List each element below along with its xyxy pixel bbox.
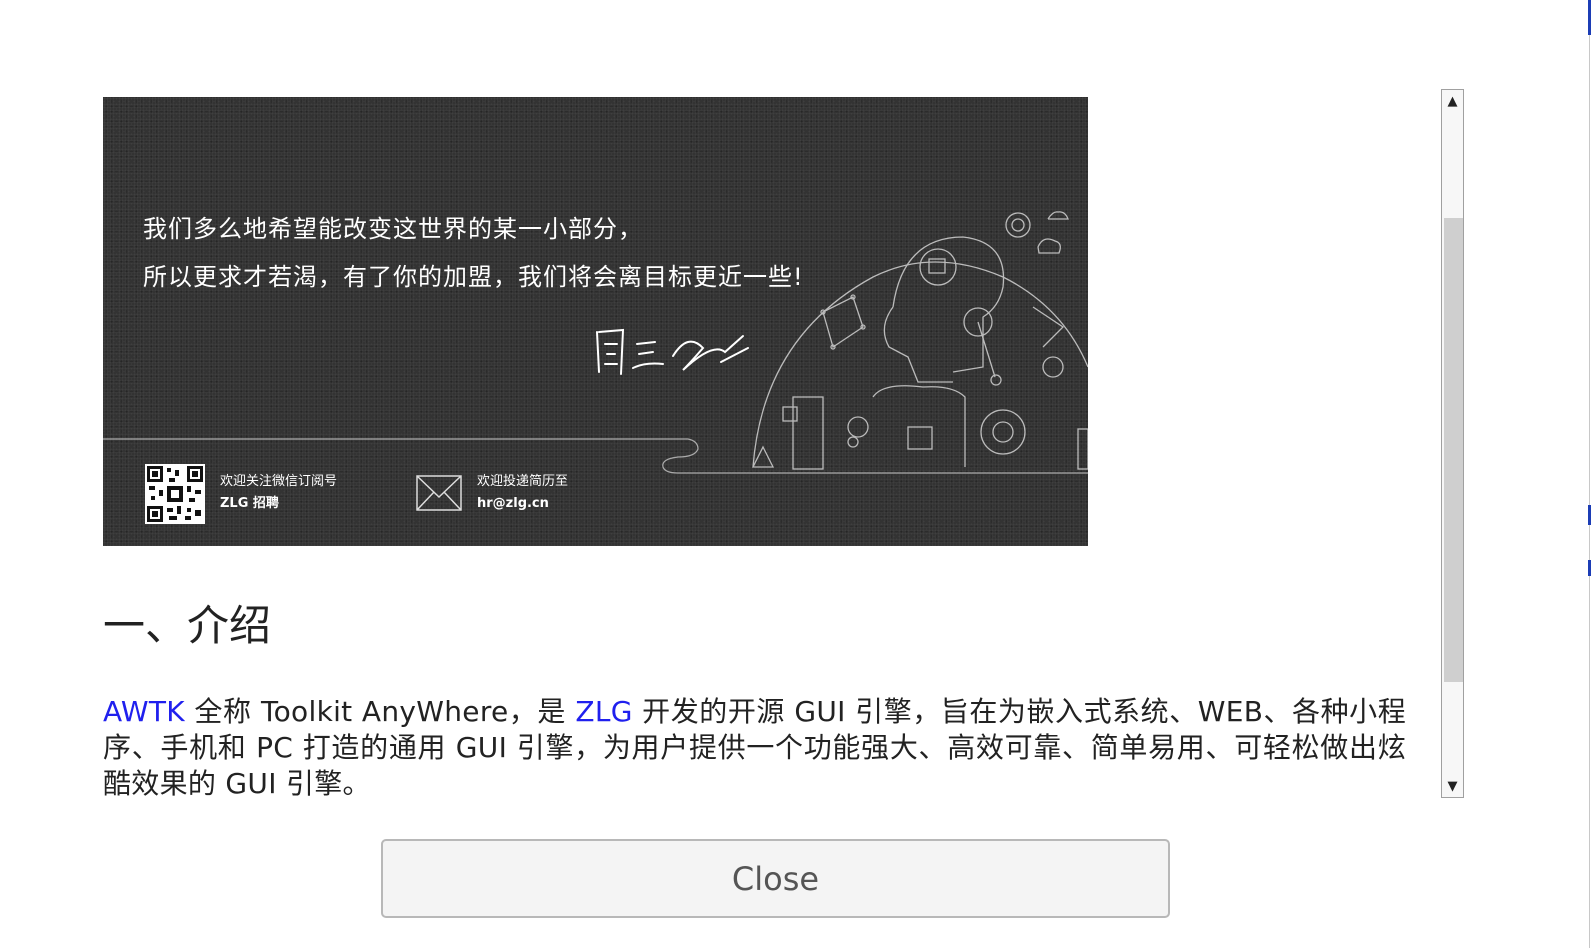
email-caption: 欢迎投递简历至 hr@zlg.cn xyxy=(477,471,568,515)
background-window-mark xyxy=(1588,0,1591,35)
background-window-edge xyxy=(1589,0,1590,948)
background-window-mark xyxy=(1588,505,1591,525)
intro-text-1: 全称 Toolkit AnyWhere，是 xyxy=(184,695,576,728)
zlg-link[interactable]: ZLG xyxy=(575,695,632,728)
close-button[interactable]: Close xyxy=(381,839,1170,918)
awtk-link[interactable]: AWTK xyxy=(103,695,185,728)
scroll-up-arrow-icon[interactable]: ▲ xyxy=(1442,90,1463,112)
recruitment-banner-image: 我们多么地希望能改变这世界的某一小部分， 所以更求才若渴，有了你的加盟，我们将会… xyxy=(103,97,1088,546)
banner-line-1: 我们多么地希望能改变这世界的某一小部分， xyxy=(143,215,643,243)
wechat-qr-code-icon xyxy=(145,464,205,524)
content-scroll-view[interactable]: 我们多么地希望能改变这世界的某一小部分， 所以更求才若渴，有了你的加盟，我们将会… xyxy=(103,92,1465,808)
vertical-scrollbar[interactable]: ▲ ▼ xyxy=(1441,89,1464,798)
email-address: hr@zlg.cn xyxy=(477,496,549,511)
wechat-account: ZLG 招聘 xyxy=(220,496,279,511)
scroll-down-arrow-icon[interactable]: ▼ xyxy=(1442,775,1463,797)
mail-icon xyxy=(416,475,462,511)
wechat-label: 欢迎关注微信订阅号 xyxy=(220,474,338,489)
section-heading: 一、介绍 xyxy=(103,601,272,650)
dialog: 我们多么地希望能改变这世界的某一小部分， 所以更求才若渴，有了你的加盟，我们将会… xyxy=(0,0,1592,948)
intro-paragraph: AWTK 全称 Toolkit AnyWhere，是 ZLG 开发的开源 GUI… xyxy=(103,694,1406,802)
scroll-thumb[interactable] xyxy=(1444,218,1463,682)
wechat-caption: 欢迎关注微信订阅号 ZLG 招聘 xyxy=(220,471,337,515)
background-window-mark xyxy=(1588,560,1591,576)
email-label: 欢迎投递简历至 xyxy=(477,474,569,489)
